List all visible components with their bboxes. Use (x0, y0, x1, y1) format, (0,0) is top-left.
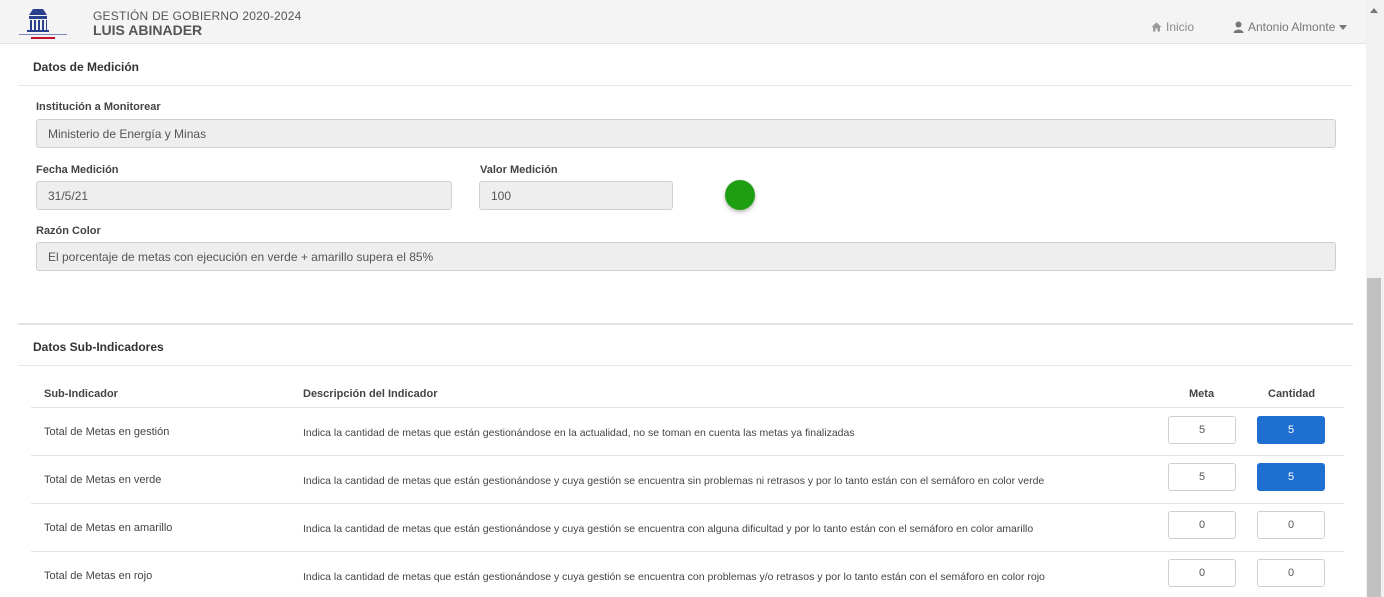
razon-label: Razón Color (36, 225, 101, 237)
brand-subtitle: GESTIÓN DE GOBIERNO 2020-2024 (93, 9, 302, 23)
razon-field[interactable]: El porcentaje de metas con ejecución en … (36, 242, 1336, 271)
valor-label: Valor Medición (480, 164, 558, 176)
nav-home-label: Inicio (1166, 20, 1195, 34)
valor-field[interactable]: 100 (479, 181, 673, 210)
section-title-sub-indicadores: Datos Sub-Indicadores (33, 340, 164, 354)
column-header-sub-indicador: Sub-Indicador (44, 388, 118, 400)
table-row-name: Total de Metas en gestión (44, 426, 170, 438)
home-icon (1151, 22, 1162, 32)
meta-input[interactable]: 5 (1168, 416, 1236, 444)
caret-down-icon (1339, 24, 1348, 30)
top-navbar: GESTIÓN DE GOBIERNO 2020-2024 LUIS ABINA… (0, 0, 1366, 44)
table-row-divider (31, 455, 1344, 456)
column-header-cantidad: Cantidad (1268, 388, 1316, 400)
table-row-name: Total de Metas en rojo (44, 570, 153, 582)
table-row-divider (31, 503, 1344, 504)
meta-input[interactable]: 5 (1168, 463, 1236, 491)
section-divider (18, 323, 1353, 325)
meta-input[interactable]: 0 (1168, 559, 1236, 587)
institucion-field[interactable]: Ministerio de Energía y Minas (36, 119, 1336, 148)
meta-input[interactable]: 0 (1168, 511, 1236, 539)
user-icon (1233, 21, 1244, 33)
page-scrollbar[interactable] (1366, 0, 1384, 597)
column-header-meta: Meta (1189, 388, 1215, 400)
cantidad-input[interactable]: 0 (1257, 511, 1325, 539)
nav-home-link[interactable]: Inicio (1151, 20, 1194, 34)
government-shield-logo[interactable] (17, 6, 69, 40)
table-row-divider (31, 551, 1344, 552)
user-name: Antonio Almonte (1248, 20, 1336, 34)
column-header-descripcion: Descripción del Indicador (303, 388, 438, 400)
divider (18, 85, 1353, 86)
table-row-description: Indica la cantidad de metas que están ge… (303, 475, 1045, 487)
cantidad-input[interactable]: 0 (1257, 559, 1325, 587)
table-row-name: Total de Metas en amarillo (44, 522, 173, 534)
cantidad-input[interactable]: 5 (1257, 463, 1325, 491)
table-row-name: Total de Metas en verde (44, 474, 162, 486)
fecha-field[interactable]: 31/5/21 (36, 181, 452, 210)
table-row-description: Indica la cantidad de metas que están ge… (303, 571, 1045, 583)
section-title-medicion: Datos de Medición (33, 60, 140, 74)
fecha-label: Fecha Medición (36, 164, 119, 176)
cantidad-input[interactable]: 5 (1257, 416, 1325, 444)
institucion-label: Institución a Monitorear (36, 101, 161, 113)
brand-title: LUIS ABINADER (93, 22, 203, 38)
scrollbar-thumb[interactable] (1367, 278, 1381, 597)
table-header-divider (31, 407, 1344, 408)
table-row-description: Indica la cantidad de metas que están ge… (303, 427, 855, 439)
user-menu-dropdown[interactable]: Antonio Almonte (1233, 20, 1348, 34)
scroll-up-arrow-icon[interactable] (1370, 8, 1378, 13)
status-indicator-dot (725, 180, 755, 210)
table-row-description: Indica la cantidad de metas que están ge… (303, 523, 1034, 535)
divider (18, 365, 1353, 366)
